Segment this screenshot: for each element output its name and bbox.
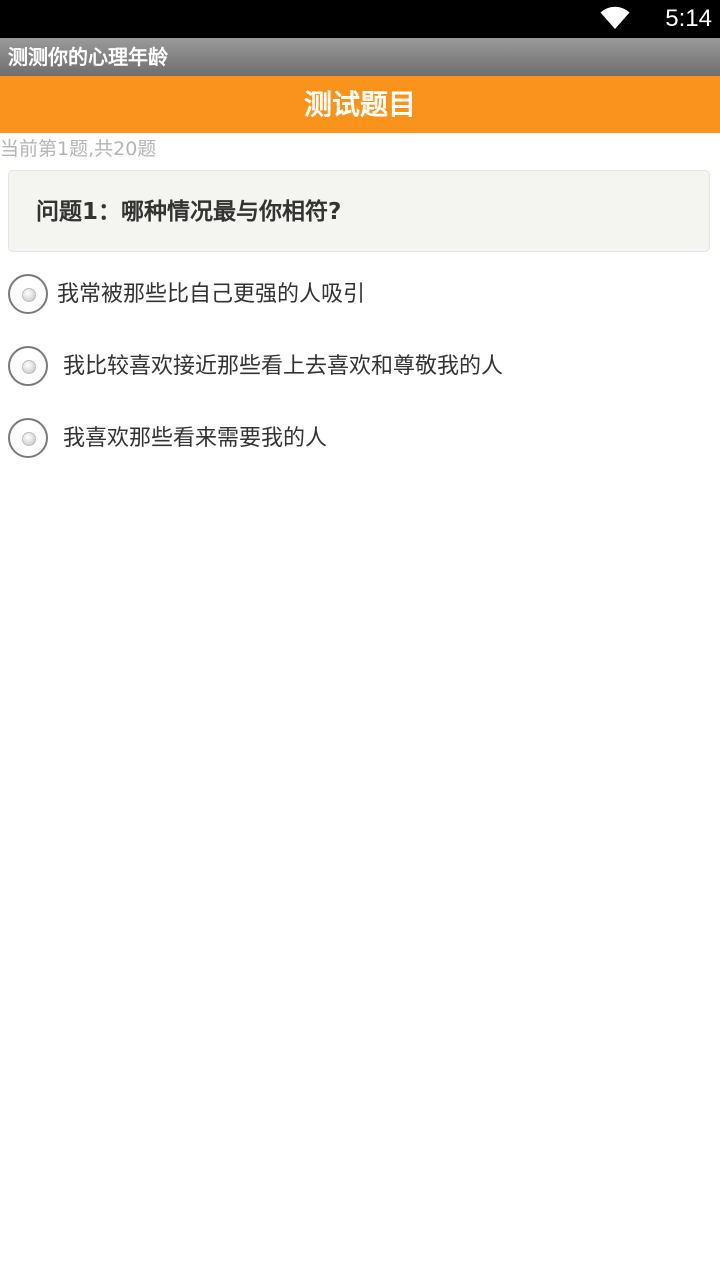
answer-option-label: 我常被那些比自己更强的人吸引: [57, 282, 366, 307]
radio-dot-icon: [22, 432, 36, 446]
question-progress: 当前第1题,共20题: [0, 138, 157, 160]
answer-option-2[interactable]: 我比较喜欢接近那些看上去喜欢和尊敬我的人: [8, 346, 708, 390]
answer-option-label: 我喜欢那些看来需要我的人: [63, 426, 328, 451]
radio-button[interactable]: [8, 274, 48, 314]
status-bar: 5:14: [0, 0, 720, 38]
app-title-bar: 测测你的心理年龄: [0, 38, 720, 76]
radio-dot-icon: [22, 288, 36, 302]
answer-option-label: 我比较喜欢接近那些看上去喜欢和尊敬我的人: [63, 354, 504, 379]
radio-button[interactable]: [8, 418, 48, 458]
wifi-icon: [600, 6, 630, 29]
radio-button[interactable]: [8, 346, 48, 386]
app-title: 测测你的心理年龄: [8, 45, 168, 69]
status-time: 5:14: [665, 5, 712, 32]
radio-dot-icon: [22, 360, 36, 374]
page-header: 测试题目: [0, 76, 720, 133]
answer-option-1[interactable]: 我常被那些比自己更强的人吸引: [8, 274, 708, 318]
answer-option-3[interactable]: 我喜欢那些看来需要我的人: [8, 418, 708, 462]
question-text: 问题1：哪种情况最与你相符?: [36, 199, 342, 225]
page-title: 测试题目: [303, 88, 416, 121]
question-card: 问题1：哪种情况最与你相符?: [8, 170, 710, 252]
